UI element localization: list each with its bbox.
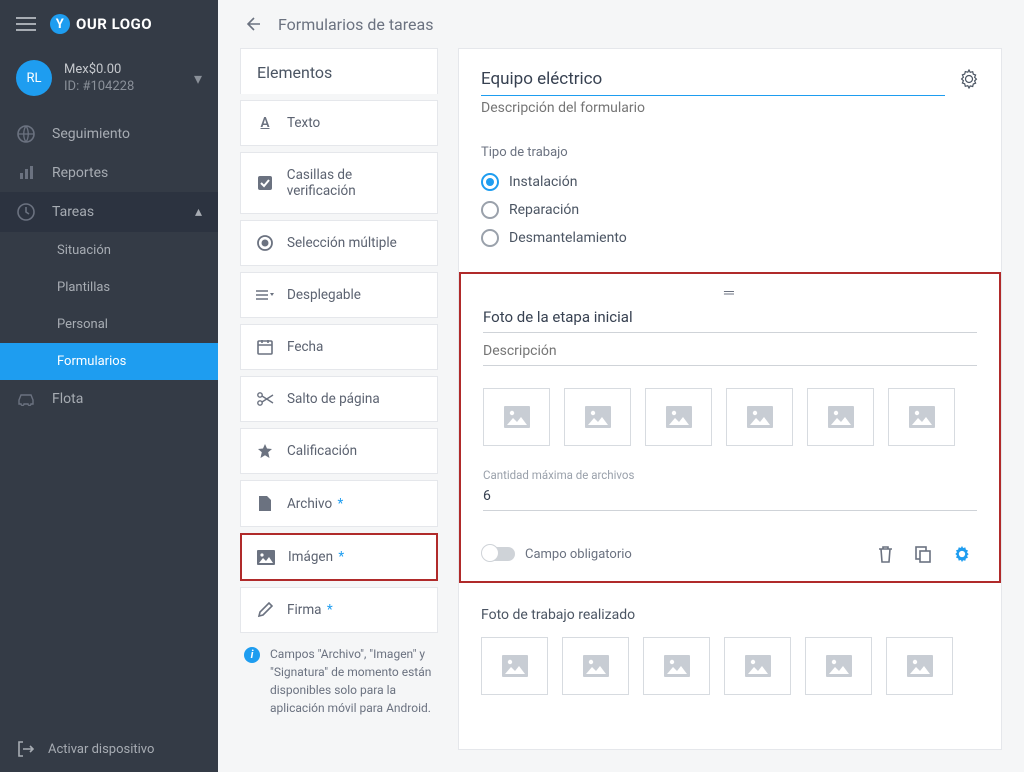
- image-placeholder[interactable]: [805, 637, 872, 695]
- car-icon: [16, 392, 36, 406]
- login-icon: [16, 740, 34, 758]
- gear-icon[interactable]: [959, 69, 979, 89]
- calendar-icon: [255, 339, 275, 355]
- max-files-label: Cantidad máxima de archivos: [483, 468, 977, 482]
- element-texto[interactable]: A Texto: [240, 100, 438, 146]
- back-arrow-icon[interactable]: [242, 14, 262, 34]
- dropdown-icon: [255, 289, 275, 301]
- image-placeholder[interactable]: [888, 388, 955, 446]
- nav-seguimiento[interactable]: Seguimiento: [0, 114, 218, 154]
- pencil-icon: [255, 602, 275, 618]
- chevron-up-icon: ▴: [195, 204, 202, 220]
- info-note: i Campos "Archivo", "Imagen" y "Signatur…: [240, 633, 438, 717]
- form-panel: Tipo de trabajo Instalación Reparación D…: [458, 48, 1002, 750]
- image-placeholder[interactable]: [645, 388, 712, 446]
- elements-title: Elementos: [240, 48, 438, 94]
- image-placeholder[interactable]: [481, 637, 548, 695]
- file-icon: [255, 495, 275, 512]
- trash-icon[interactable]: [872, 546, 899, 563]
- user-id: ID: #104228: [64, 79, 182, 94]
- scissors-icon: [255, 392, 275, 406]
- element-firma[interactable]: Firma *: [240, 587, 438, 633]
- info-icon: i: [244, 647, 260, 663]
- nav-personal[interactable]: Personal: [0, 306, 218, 343]
- block-title-input[interactable]: [483, 304, 977, 333]
- radio-instalacion[interactable]: Instalación: [481, 168, 979, 196]
- nav-flota[interactable]: Flota: [0, 380, 218, 418]
- element-fecha[interactable]: Fecha: [240, 324, 438, 370]
- chart-icon: [16, 165, 36, 181]
- element-imagen[interactable]: Imágen *: [240, 533, 438, 581]
- form-desc-input[interactable]: [481, 96, 945, 123]
- text-icon: A: [255, 115, 275, 131]
- image-placeholder[interactable]: [886, 637, 953, 695]
- chevron-down-icon: ▾: [194, 69, 202, 88]
- element-salto[interactable]: Salto de página: [240, 376, 438, 422]
- image-placeholder[interactable]: [726, 388, 793, 446]
- radio-icon: [481, 173, 499, 191]
- element-calificacion[interactable]: Calificación: [240, 428, 438, 474]
- logo-badge-icon: Y: [50, 14, 70, 34]
- clock-icon: [16, 203, 36, 221]
- element-desplegable[interactable]: Desplegable: [240, 272, 438, 318]
- form-title-input[interactable]: [481, 65, 945, 96]
- tipo-label: Tipo de trabajo: [481, 145, 979, 160]
- avatar: RL: [16, 60, 52, 96]
- block-desc-input[interactable]: [483, 339, 977, 366]
- block2-title: Foto de trabajo realizado: [481, 607, 979, 623]
- image-placeholder[interactable]: [807, 388, 874, 446]
- element-seleccion[interactable]: Selección múltiple: [240, 220, 438, 266]
- user-block[interactable]: RL Mex$0.00 ID: #104228 ▾: [0, 48, 218, 114]
- image-block: ═ Cantidad máxima de archivos Campo obli…: [459, 272, 1001, 583]
- nav-plantillas[interactable]: Plantillas: [0, 269, 218, 306]
- hamburger-icon[interactable]: [16, 17, 36, 31]
- topbar: Formularios de tareas: [218, 0, 1024, 48]
- main: Formularios de tareas Elementos A Texto …: [218, 0, 1024, 772]
- radio-icon: [481, 229, 499, 247]
- nav-reportes[interactable]: Reportes: [0, 154, 218, 192]
- user-balance: Mex$0.00: [64, 62, 182, 77]
- star-icon: [255, 443, 275, 459]
- page-title: Formularios de tareas: [278, 15, 433, 34]
- element-casillas[interactable]: Casillas de verificación: [240, 152, 438, 214]
- image-placeholder[interactable]: [483, 388, 550, 446]
- nav-tareas[interactable]: Tareas ▴: [0, 192, 218, 232]
- elements-panel: Elementos A Texto Casillas de verificaci…: [240, 48, 438, 750]
- radio-reparacion[interactable]: Reparación: [481, 196, 979, 224]
- image-icon: [256, 550, 276, 565]
- nav-situacion[interactable]: Situación: [0, 232, 218, 269]
- nav-formularios[interactable]: Formularios: [0, 343, 218, 380]
- radio-icon: [255, 235, 275, 251]
- max-files-input[interactable]: [483, 484, 977, 511]
- gear-icon[interactable]: [947, 545, 977, 563]
- checkbox-icon: [255, 175, 275, 191]
- required-toggle[interactable]: [483, 547, 515, 561]
- copy-icon[interactable]: [909, 546, 937, 563]
- image-placeholder[interactable]: [564, 388, 631, 446]
- brand-logo: Y OUR LOGO: [50, 14, 152, 34]
- element-archivo[interactable]: Archivo *: [240, 480, 438, 527]
- image-placeholder[interactable]: [562, 637, 629, 695]
- activate-device[interactable]: Activar dispositivo: [0, 726, 218, 772]
- globe-icon: [16, 125, 36, 143]
- drag-handle-icon[interactable]: ═: [483, 284, 977, 298]
- image-placeholder[interactable]: [643, 637, 710, 695]
- radio-icon: [481, 201, 499, 219]
- image-placeholder[interactable]: [724, 637, 791, 695]
- required-label: Campo obligatorio: [525, 547, 862, 562]
- sidebar: Y OUR LOGO RL Mex$0.00 ID: #104228 ▾ Seg…: [0, 0, 218, 772]
- radio-desmantelamiento[interactable]: Desmantelamiento: [481, 224, 979, 252]
